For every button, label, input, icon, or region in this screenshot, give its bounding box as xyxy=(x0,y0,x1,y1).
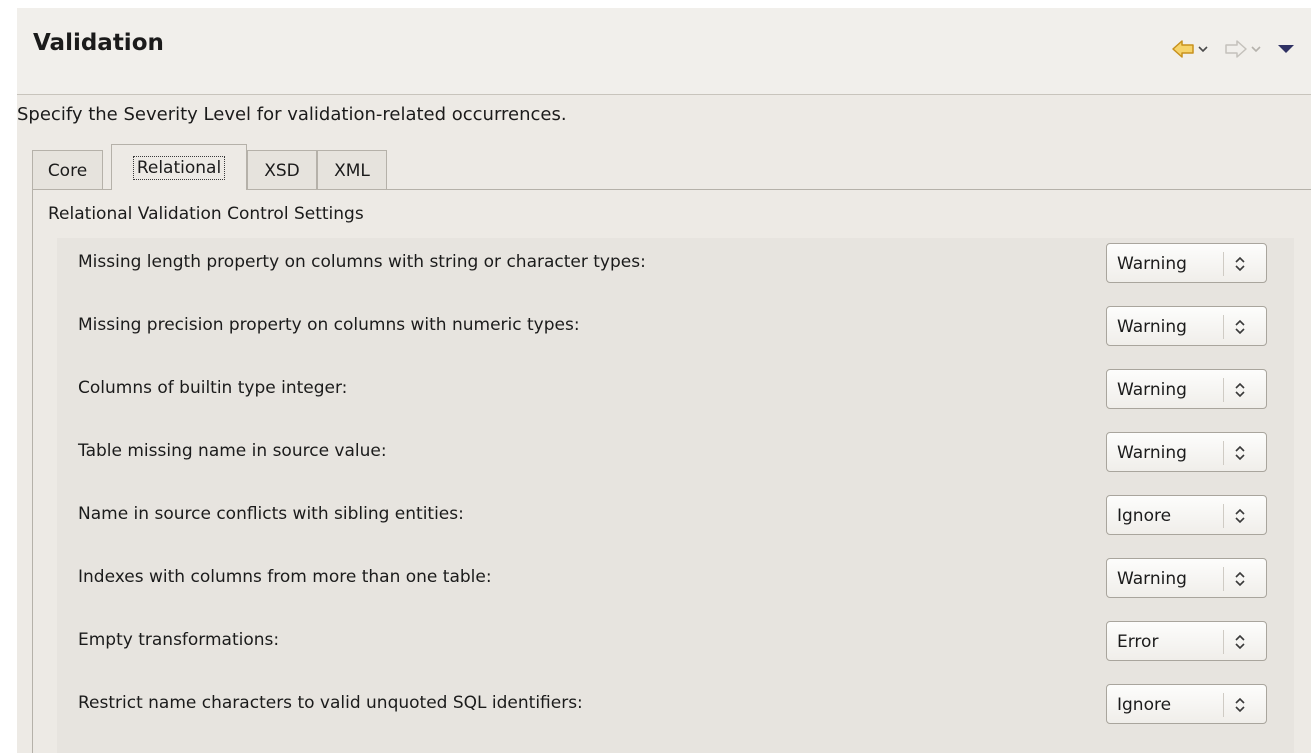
view-menu-icon xyxy=(1278,45,1294,53)
page-header: Validation xyxy=(17,8,1311,94)
setting-label: Indexes with columns from more than one … xyxy=(78,567,492,587)
severity-value: Warning xyxy=(1117,254,1187,274)
tab-label: Core xyxy=(47,160,88,181)
page-description: Specify the Severity Level for validatio… xyxy=(17,104,567,125)
navigation-controls xyxy=(1171,36,1295,62)
page-title: Validation xyxy=(33,30,164,56)
up-down-arrows-icon xyxy=(1235,634,1245,650)
setting-label: Name in source conflicts with sibling en… xyxy=(78,504,464,524)
setting-row: Columns of builtin type integer: Warning xyxy=(57,369,1294,409)
combo-divider xyxy=(1223,252,1224,276)
up-down-arrows-icon xyxy=(1235,445,1245,461)
severity-select[interactable]: Warning xyxy=(1106,369,1267,409)
combo-divider xyxy=(1223,378,1224,402)
combo-divider xyxy=(1223,504,1224,528)
setting-row: Missing precision property on columns wi… xyxy=(57,306,1294,346)
severity-value: Ignore xyxy=(1117,506,1172,526)
view-menu-button[interactable] xyxy=(1277,36,1295,62)
tab-relational[interactable]: Relational xyxy=(111,144,247,190)
setting-row: Restrict name characters to valid unquot… xyxy=(57,684,1294,724)
forward-arrow-icon xyxy=(1225,40,1247,58)
combo-divider xyxy=(1223,441,1224,465)
tab-xml[interactable]: XML xyxy=(317,150,387,190)
back-arrow-icon xyxy=(1172,40,1194,58)
setting-row: Empty transformations: Error xyxy=(57,621,1294,661)
setting-label: Missing precision property on columns wi… xyxy=(78,315,580,335)
severity-value: Error xyxy=(1117,632,1159,652)
severity-select[interactable]: Ignore xyxy=(1106,495,1267,535)
severity-select[interactable]: Warning xyxy=(1106,306,1267,346)
group-title: Relational Validation Control Settings xyxy=(48,204,364,224)
up-down-arrows-icon xyxy=(1235,319,1245,335)
setting-label: Restrict name characters to valid unquot… xyxy=(78,693,583,713)
forward-dropdown-chevron-icon[interactable] xyxy=(1251,45,1261,53)
severity-select[interactable]: Ignore xyxy=(1106,684,1267,724)
setting-label: Columns of builtin type integer: xyxy=(78,378,348,398)
severity-value: Warning xyxy=(1117,443,1187,463)
tab-label: XSD xyxy=(264,160,300,181)
tab-core[interactable]: Core xyxy=(32,150,103,190)
setting-row: Missing length property on columns with … xyxy=(57,243,1294,283)
validation-preferences-page: Validation Specify the Severity Level fo… xyxy=(0,0,1311,753)
combo-divider xyxy=(1223,693,1224,717)
severity-value: Warning xyxy=(1117,569,1187,589)
severity-select[interactable]: Warning xyxy=(1106,558,1267,598)
forward-button[interactable] xyxy=(1224,36,1277,62)
up-down-arrows-icon xyxy=(1235,382,1245,398)
combo-divider xyxy=(1223,567,1224,591)
setting-label: Table missing name in source value: xyxy=(78,441,387,461)
up-down-arrows-icon xyxy=(1235,508,1245,524)
combo-divider xyxy=(1223,630,1224,654)
up-down-arrows-icon xyxy=(1235,256,1245,272)
setting-row: Indexes with columns from more than one … xyxy=(57,558,1294,598)
back-button[interactable] xyxy=(1171,36,1224,62)
setting-label: Empty transformations: xyxy=(78,630,280,650)
tab-xsd[interactable]: XSD xyxy=(247,150,317,190)
severity-select[interactable]: Warning xyxy=(1106,432,1267,472)
severity-value: Ignore xyxy=(1117,695,1172,715)
setting-row: Name in source conflicts with sibling en… xyxy=(57,495,1294,535)
severity-value: Warning xyxy=(1117,317,1187,337)
setting-label: Missing length property on columns with … xyxy=(78,252,646,272)
combo-divider xyxy=(1223,315,1224,339)
up-down-arrows-icon xyxy=(1235,571,1245,587)
settings-list: Missing length property on columns with … xyxy=(57,238,1294,753)
tab-label: Relational xyxy=(132,155,226,180)
severity-select[interactable]: Warning xyxy=(1106,243,1267,283)
up-down-arrows-icon xyxy=(1235,697,1245,713)
back-dropdown-chevron-icon[interactable] xyxy=(1198,45,1208,53)
setting-row: Table missing name in source value: Warn… xyxy=(57,432,1294,472)
severity-select[interactable]: Error xyxy=(1106,621,1267,661)
tab-label: XML xyxy=(334,160,370,181)
severity-value: Warning xyxy=(1117,380,1187,400)
